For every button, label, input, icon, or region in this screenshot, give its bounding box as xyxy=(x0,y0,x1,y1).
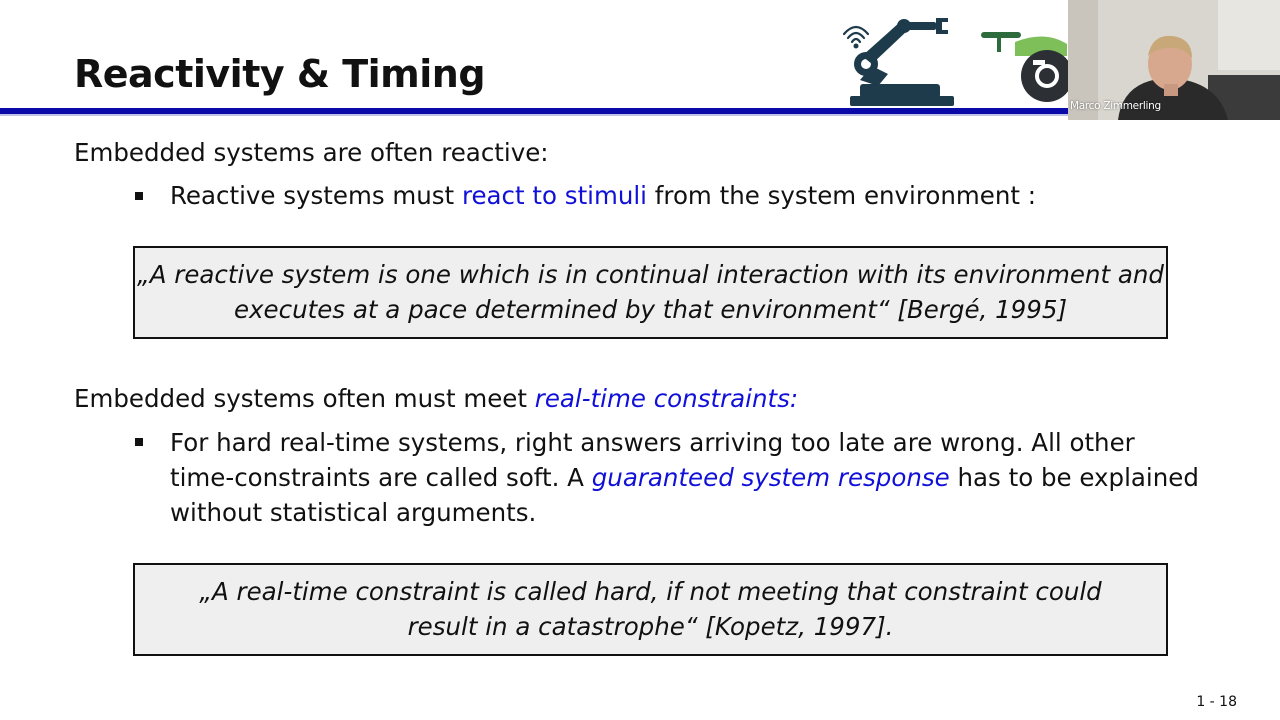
page-number: 1 - 18 xyxy=(1196,694,1237,710)
quote-line: „A reactive system is one which is in co… xyxy=(137,260,1164,289)
quote-box-kopetz: „A real-time constraint is called hard, … xyxy=(133,563,1168,656)
bullet-text: has to be explained xyxy=(949,463,1199,492)
bullet-text: from the system environment : xyxy=(647,181,1037,210)
robot-arm-icon xyxy=(842,18,954,106)
bullet-reactive-stimuli: Reactive systems must react to stimuli f… xyxy=(170,178,1036,213)
bullet-hard-real-time-line2: time-constraints are called soft. A guar… xyxy=(170,460,1199,495)
bullet-text: time-constraints are called soft. A xyxy=(170,463,592,492)
slide-title: Reactivity & Timing xyxy=(74,52,486,96)
heading-colon: : xyxy=(789,384,799,413)
bullet-marker xyxy=(135,192,143,200)
heading-real-time: Embedded systems often must meet real-ti… xyxy=(74,381,798,416)
quote-line: executes at a pace determined by that en… xyxy=(233,295,1068,324)
bullet-hard-real-time-line1: For hard real-time systems, right answer… xyxy=(170,428,1135,457)
bullet-text: Reactive systems must xyxy=(170,181,462,210)
title-underline-shadow xyxy=(0,114,1068,116)
heading-reactive: Embedded systems are often reactive: xyxy=(74,138,549,167)
heading-text: Embedded systems often must meet xyxy=(74,384,535,413)
presenter-name-label: Marco Zimmerling xyxy=(1070,100,1161,112)
quote-line: „A real-time constraint is called hard, … xyxy=(199,577,1102,606)
camera-drone-icon xyxy=(981,32,1070,102)
highlight-text: guaranteed system response xyxy=(591,463,950,492)
quote-line: result in a catastrophe“ [Kopetz, 1997]. xyxy=(407,612,894,641)
bullet-hard-real-time-line3: without statistical arguments. xyxy=(170,498,537,527)
quote-box-berge: „A reactive system is one which is in co… xyxy=(133,246,1168,339)
highlight-text: react to stimuli xyxy=(461,181,647,210)
bullet-marker xyxy=(135,438,143,446)
highlight-text: real-time constraints xyxy=(534,384,790,413)
